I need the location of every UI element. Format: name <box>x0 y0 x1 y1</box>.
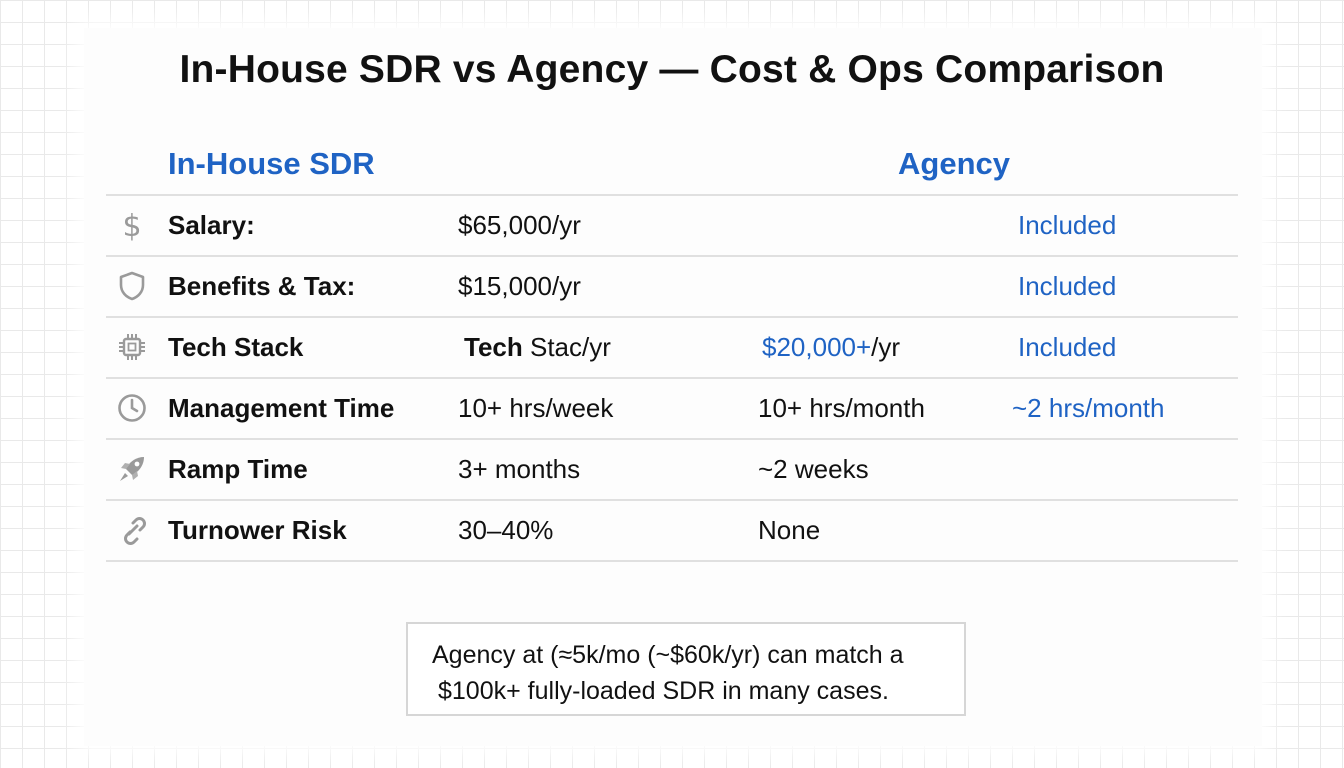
chip-icon <box>116 331 148 363</box>
row-label: Turnower Risk <box>168 515 347 545</box>
page-title: In-House SDR vs Agency — Cost & Ops Comp… <box>179 48 1165 91</box>
table-row-ramp-time: Ramp Time 3+ months ~2 weeks <box>106 440 1238 501</box>
row-label: Management Time <box>168 393 395 423</box>
inhouse-value: 3+ months <box>458 454 581 484</box>
inhouse-value: Tech Stac/yr <box>464 318 611 377</box>
column-header-agency: Agency <box>898 146 1010 181</box>
mid-value-rest: /yr <box>871 332 901 362</box>
row-label: Tech Stack <box>168 332 304 362</box>
row-label: Salary: <box>168 210 255 240</box>
summary-note-line-2: $100k+ fully-loaded SDR in many cases. <box>438 677 889 705</box>
column-header-inhouse: In-House SDR <box>168 146 375 181</box>
inhouse-value: 10+ hrs/week <box>458 393 614 423</box>
row-label: Benefits & Tax: <box>168 271 356 301</box>
link-icon <box>116 514 148 546</box>
table-row-tech-stack: Tech Stack Tech Stac/yr $20,000+/yr Incl… <box>106 318 1238 379</box>
table-row-turnover-risk: Turnower Risk 30–40% None <box>106 501 1238 562</box>
mid-value: $20,000+/yr <box>762 318 900 377</box>
mid-value: None <box>758 515 821 545</box>
table-row-benefits: Benefits & Tax: $15,000/yr Included <box>106 257 1238 318</box>
inhouse-value-bold: Tech <box>464 332 523 362</box>
summary-note-line-1: Agency at (≈5k/mo (~$60k/yr) can match a <box>432 641 904 669</box>
inhouse-value: $15,000/yr <box>458 271 581 301</box>
inhouse-value: $65,000/yr <box>458 210 581 240</box>
inhouse-value: 30–40% <box>458 515 554 545</box>
comparison-table: $ Salary: $65,000/yr Included Benefits &… <box>106 194 1238 562</box>
table-row-management-time: Management Time 10+ hrs/week 10+ hrs/mon… <box>106 379 1238 440</box>
table-row-salary: $ Salary: $65,000/yr Included <box>106 196 1238 257</box>
row-label: Ramp Time <box>168 454 308 484</box>
dollar-icon: $ <box>116 209 148 241</box>
agency-value: Included <box>1018 271 1117 301</box>
shield-icon <box>116 270 148 302</box>
summary-note: Agency at (≈5k/mo (~$60k/yr) can match a… <box>406 622 966 716</box>
clock-icon <box>116 392 148 424</box>
svg-text:$: $ <box>122 209 141 241</box>
mid-value-blue: $20,000+ <box>762 332 872 362</box>
mid-value: 10+ hrs/month <box>758 393 925 423</box>
agency-value: Included <box>1018 210 1117 240</box>
agency-value: Included <box>1018 332 1117 362</box>
inhouse-value-rest: Stac/yr <box>522 332 611 362</box>
mid-value: ~2 weeks <box>758 454 869 484</box>
rocket-icon <box>116 453 148 485</box>
agency-value: ~2 hrs/month <box>1012 393 1165 423</box>
